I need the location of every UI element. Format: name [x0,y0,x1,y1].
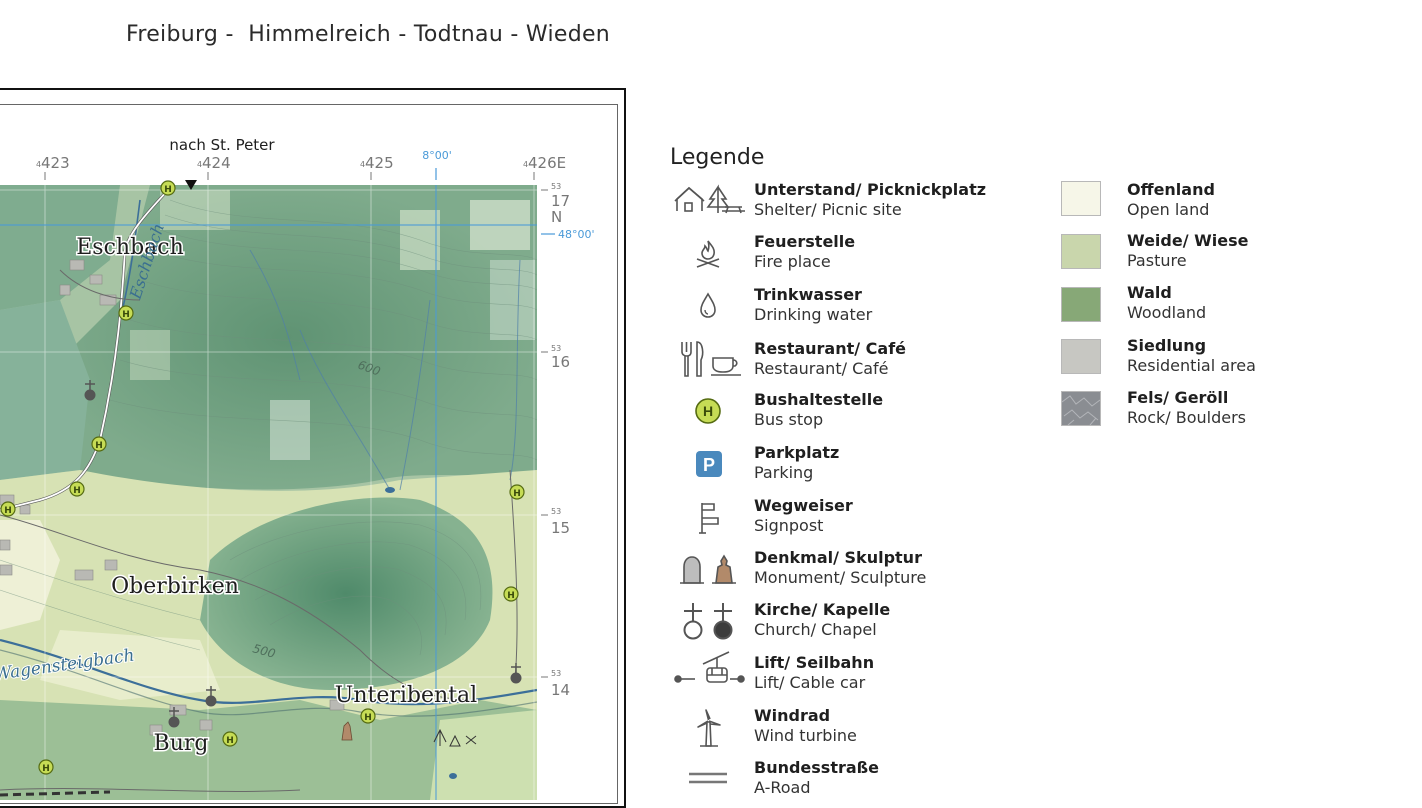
svg-text:H: H [122,310,130,320]
legend-label-de: Denkmal/ Skulptur [754,548,922,567]
parking-icon: P [696,451,722,477]
place-label-eschbach: Eschbach [76,235,184,260]
legend-label-de: Trinkwasser [754,285,862,304]
legend-area-en: Woodland [1127,303,1207,322]
grid-right-15: 15 [551,519,570,537]
monument-sculpture-icon [680,554,736,584]
legend-label-en: Signpost [754,516,824,535]
church-chapel-icon [683,603,733,640]
legend-title: Legende [670,145,765,170]
grid-right-14: 14 [551,681,570,699]
legend-area-de: Fels/ Geröll [1127,388,1229,407]
grid-right-16: 16 [551,353,570,371]
grid-right-sup-16: 53 [551,344,561,353]
place-label-burg: Burg [154,731,209,756]
grid-right-sup-17: 53 [551,182,561,191]
legend-label-de: Bushaltestelle [754,390,884,409]
map-bus-stop-icon[interactable]: H [38,759,54,775]
legend-area-en: Pasture [1127,251,1187,270]
campfire-icon [696,240,720,268]
map-bus-stop-icon[interactable]: H [69,481,85,497]
grid-top-424: 424 [202,154,231,172]
legend-label-de: Wegweiser [754,496,853,515]
rock-texture-icon [1062,395,1100,425]
svg-text:H: H [513,489,521,499]
place-label-oberbirken: Oberbirken [111,574,239,599]
svg-text:H: H [703,403,713,419]
legend-label-en: A-Road [754,778,811,797]
swatch-residential-area [1061,339,1101,374]
legend-area-de: Offenland [1127,180,1215,199]
map-exit-label-st-peter: nach St. Peter [169,136,275,154]
legend-area-en: Residential area [1127,356,1256,375]
grid-top-426e: 426E [528,154,566,172]
legend-label-de: Feuerstelle [754,232,856,251]
legend-label-en: Fire place [754,252,831,271]
topographic-map[interactable]: H H H H H H H H H H Eschbach Oberbirken … [0,100,626,800]
latitude-label: 48°00' [558,228,595,241]
map-bus-stop-icon[interactable]: H [222,731,238,747]
bus-stop-icon: H [695,398,721,424]
legend-area-en: Open land [1127,200,1210,219]
signpost-icon [699,503,719,534]
legend-label-en: Drinking water [754,305,873,324]
legend-label-en: Restaurant/ Café [754,359,889,378]
legend-area-de: Weide/ Wiese [1127,231,1249,250]
svg-text:H: H [95,441,103,451]
map-bus-stop-icon[interactable]: H [0,501,16,517]
legend-label-de: Parkplatz [754,443,840,462]
svg-text:H: H [4,506,12,516]
grid-top-425: 425 [365,154,394,172]
svg-text:H: H [507,591,515,601]
swatch-rock-boulders [1061,391,1101,426]
legend-label-de: Unterstand/ Picknickplatz [754,180,987,199]
map-top-margin: nach St. Peter 4 423 4 424 4 425 4 426E … [36,136,566,190]
legend-label-en: Parking [754,463,814,482]
svg-text:H: H [42,764,50,774]
grid-right-sup-14: 53 [551,669,561,678]
grid-top-423: 423 [41,154,70,172]
svg-text:H: H [364,713,372,723]
legend-label-de: Restaurant/ Café [754,339,907,358]
shelter-picnic-icon [674,184,745,214]
grid-right-sup-15: 53 [551,507,561,516]
wind-turbine-icon [697,709,721,747]
svg-text:H: H [73,486,81,496]
svg-text:H: H [226,736,234,746]
longitude-label: 8°00' [422,149,452,162]
legend-area-en: Rock/ Boulders [1127,408,1246,427]
legend-label-en: Church/ Chapel [754,620,877,639]
legend-label-de: Bundesstraße [754,758,880,777]
legend-label-en: Lift/ Cable car [754,673,866,692]
legend-label-en: Shelter/ Picnic site [754,200,902,219]
legend-label-de: Windrad [754,706,831,725]
legend-area-de: Wald [1127,283,1172,302]
legend-label-en: Wind turbine [754,726,857,745]
map-right-margin: 53 17 N 48°00' 53 16 53 15 53 14 [541,182,595,699]
water-drop-icon [700,292,716,318]
legend-label-en: Bus stop [754,410,824,429]
legend-label-de: Lift/ Seilbahn [754,653,875,672]
map-bus-stop-icon[interactable]: H [360,708,376,724]
map-bus-stop-icon[interactable]: H [91,436,107,452]
map-bus-stop-icon[interactable]: H [509,484,525,500]
map-bus-stop-icon[interactable]: H [160,180,176,196]
svg-text:H: H [164,185,172,195]
restaurant-cafe-icon [681,341,741,377]
svg-text:P: P [703,455,715,475]
legend-label-en: Monument/ Sculpture [754,568,927,587]
grid-north-label: N [551,208,562,226]
map-bus-stop-icon[interactable]: H [503,586,519,602]
swatch-open-land [1061,181,1101,216]
page-title: Freiburg - Himmelreich - Todtnau - Wiede… [126,22,611,47]
map-bus-stop-icon[interactable]: H [118,305,134,321]
cable-car-icon [674,651,745,683]
swatch-pasture [1061,234,1101,269]
legend-area-de: Siedlung [1127,336,1207,355]
place-label-unteribental: Unteribental [335,683,477,708]
swatch-woodland [1061,287,1101,322]
legend-label-de: Kirche/ Kapelle [754,600,891,619]
a-road-icon [689,772,727,784]
